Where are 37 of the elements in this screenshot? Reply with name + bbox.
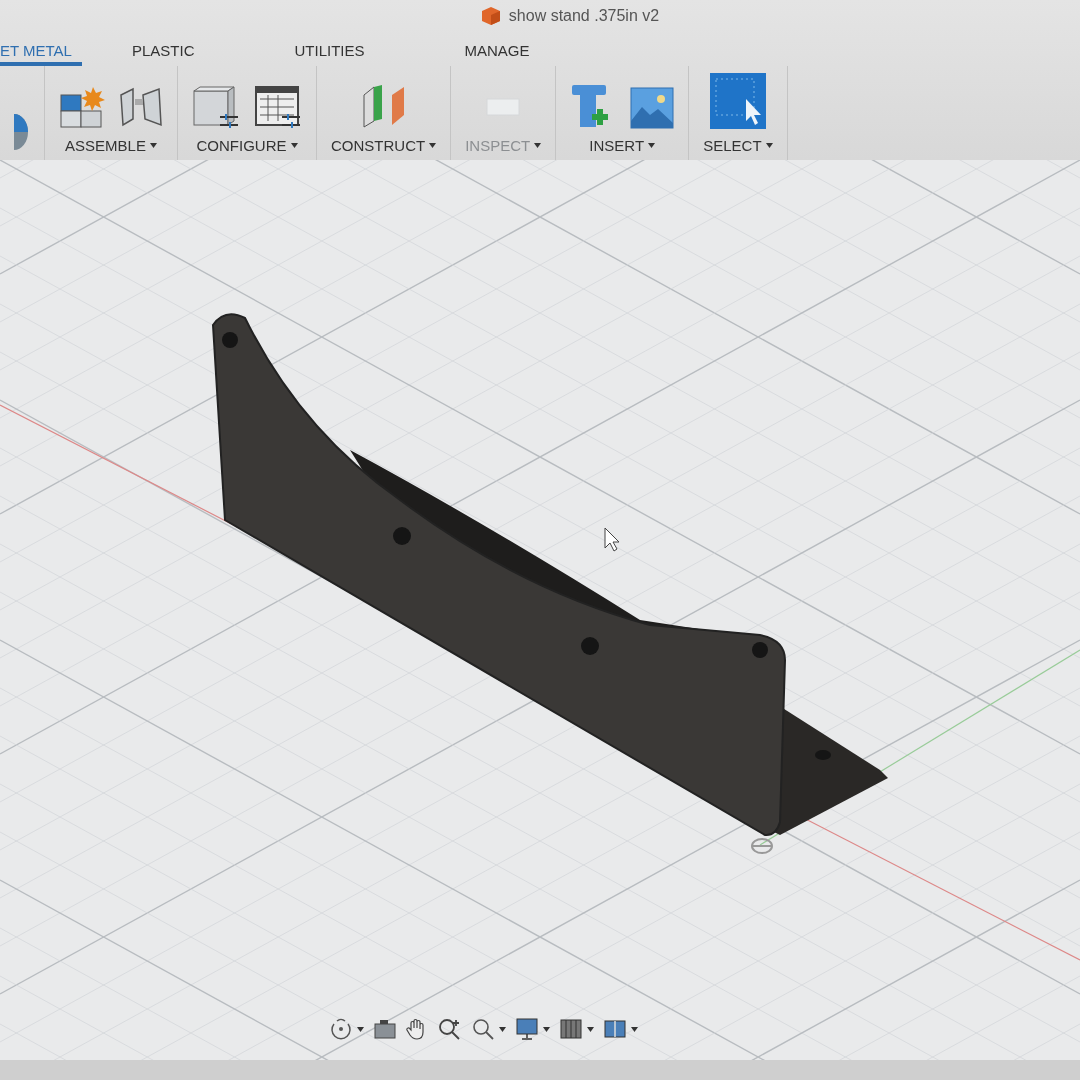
caret-icon (765, 143, 773, 148)
toolbar-group-label[interactable]: CONSTRUCT (331, 137, 426, 154)
caret-icon (587, 1026, 594, 1032)
caret-icon (648, 143, 656, 148)
caret-icon (499, 1026, 506, 1032)
toolbar-group-label[interactable]: SELECT (703, 137, 762, 154)
window-title: show stand .375in v2 (508, 7, 660, 25)
joint-icon[interactable] (119, 85, 163, 129)
origin-marker-icon (751, 838, 773, 854)
caret-icon (149, 143, 157, 148)
cube-icon[interactable] (192, 85, 240, 129)
toolbar-group-label[interactable]: CONFIGURE (196, 137, 287, 154)
orbit-icon[interactable] (330, 1018, 352, 1040)
caret-icon (543, 1026, 550, 1032)
ribbon-tab[interactable]: PLASTIC (81, 32, 245, 66)
toolbar-group-label[interactable]: ASSEMBLE (65, 137, 146, 154)
caret-icon (357, 1026, 364, 1032)
new-component-icon[interactable] (59, 85, 105, 129)
grid-icon[interactable] (560, 1019, 582, 1039)
ribbon-tab[interactable]: UTILITIES (244, 32, 415, 66)
image-icon[interactable] (630, 87, 675, 129)
search-icon[interactable] (472, 1018, 494, 1040)
caret-icon (290, 143, 298, 148)
caret-icon (631, 1026, 638, 1032)
ribbon-tab[interactable]: MANAGE (414, 32, 580, 66)
cube-icon (480, 6, 501, 26)
viewports-icon[interactable] (604, 1020, 626, 1038)
table-icon[interactable] (254, 85, 302, 129)
zoom-icon[interactable] (438, 1018, 462, 1040)
cursor-icon (604, 527, 620, 552)
caret-icon (429, 143, 437, 148)
toolbar-group-label[interactable]: INSERT (589, 137, 645, 154)
caret-icon (534, 143, 542, 148)
camera-icon[interactable] (374, 1019, 396, 1039)
ribbon-tab[interactable]: ET METAL (0, 32, 82, 66)
display-icon[interactable] (516, 1018, 538, 1040)
select-icon[interactable] (709, 73, 766, 129)
